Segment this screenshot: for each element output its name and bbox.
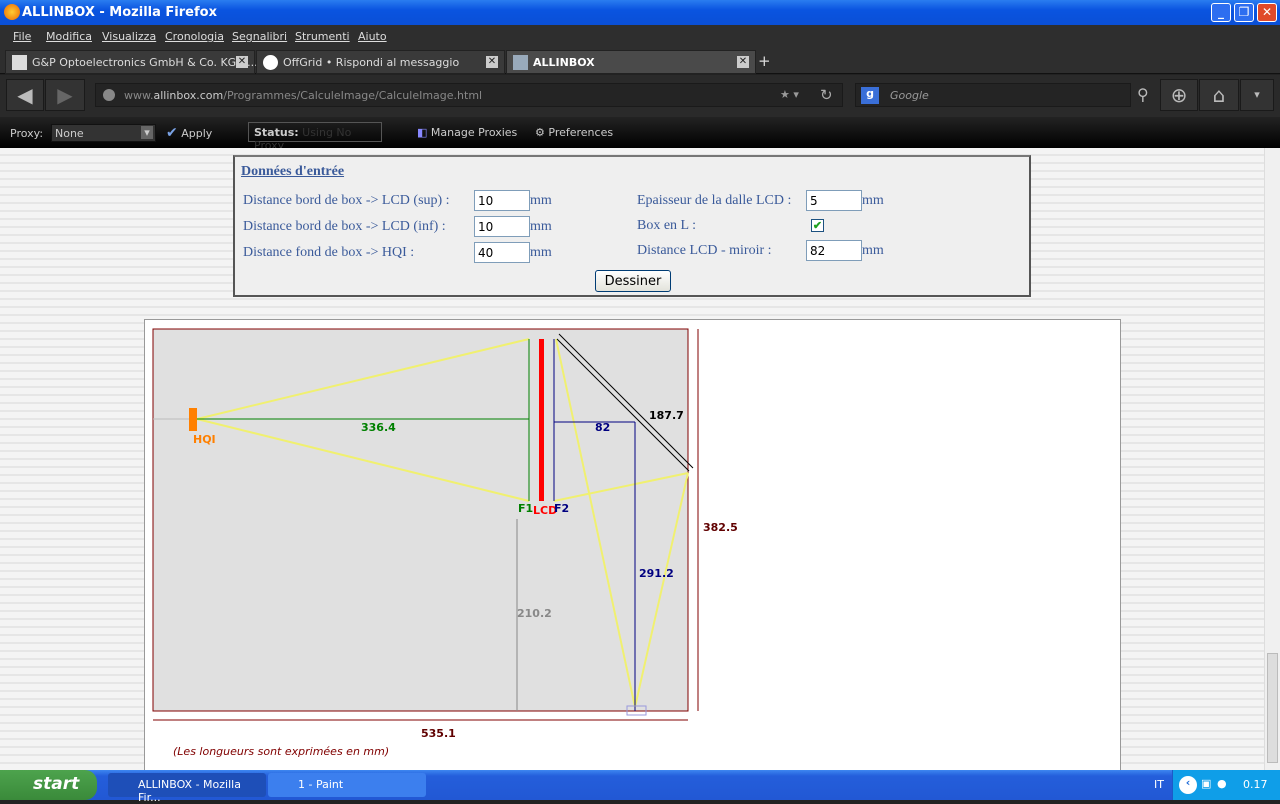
hqi-label: HQI [193,433,216,446]
f1-label: F1 [518,502,533,515]
lcd-panel [539,339,544,501]
taskbar-item-firefox[interactable]: ALLINBOX - Mozilla Fir... [108,773,266,804]
hqi-lamp [189,408,197,431]
network-icon[interactable]: ▣ [1201,777,1211,790]
box-diagram: HQI 336.4 F1 LCD F2 82 291.2 187.7 210.2… [152,328,738,740]
taskbar-item-paint[interactable]: 1 - Paint [268,773,426,797]
bottom-f1-dimension-label: 210.2 [517,607,552,620]
start-button[interactable]: start [0,770,97,800]
width-dimension-label: 535.1 [421,727,456,740]
diagram-panel: HQI 336.4 F1 LCD F2 82 291.2 187.7 210.2… [144,319,1121,779]
box-outline [152,328,689,712]
units-note: (Les longueurs sont exprimées en mm) [173,745,390,758]
clock: 0.17 [1243,778,1268,791]
f2-label: F2 [554,502,569,515]
show-hidden-icons-button[interactable]: ‹ [1179,776,1197,794]
height-dimension-label: 382.5 [703,521,738,534]
security-icon[interactable]: ● [1217,777,1227,790]
system-tray: ‹ ▣ ● 0.17 [1172,770,1280,800]
taskbar: start ALLINBOX - Mozilla Fir... 1 - Pain… [0,770,1280,804]
mirror-dimension-label: 187.7 [649,409,684,422]
lcd-mirror-dimension-label: 82 [595,421,610,434]
f2-bottom-dimension-label: 291.2 [639,567,674,580]
language-indicator[interactable]: IT [1154,778,1164,791]
hqi-f1-dimension-label: 336.4 [361,421,396,434]
